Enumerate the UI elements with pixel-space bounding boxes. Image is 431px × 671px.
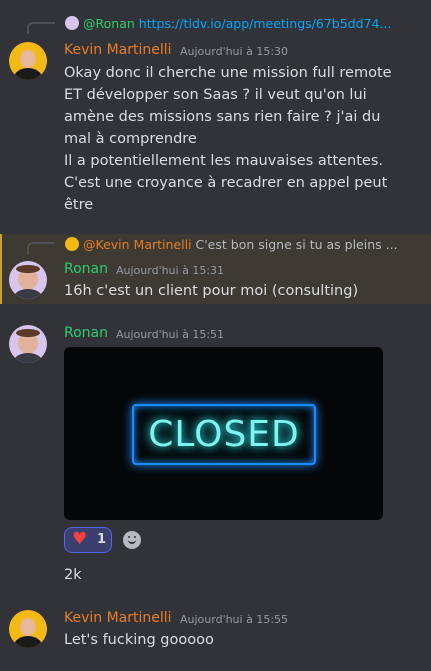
message-line: amène des missions sans rien faire ? j'a… [64, 109, 381, 125]
message-content: 2k [64, 567, 82, 583]
message-line: être [64, 197, 94, 213]
message-line: ET développer son Saas ? il veut qu'on l… [64, 87, 367, 103]
add-reaction-icon[interactable] [123, 531, 141, 549]
author-name[interactable]: Ronan [64, 325, 108, 341]
closed-sign-image[interactable]: CLOSED [64, 347, 383, 520]
avatar[interactable] [9, 610, 47, 648]
message-content: Okay donc il cherche une mission full re… [64, 62, 394, 216]
author-name[interactable]: Kevin Martinelli [64, 610, 172, 626]
reply-mention[interactable]: @Ronan [83, 16, 135, 31]
author-name[interactable]: Ronan [64, 261, 108, 277]
author-name[interactable]: Kevin Martinelli [64, 42, 172, 58]
reply-excerpt[interactable]: C'est bon signe si tu as pleins ... [196, 237, 398, 252]
timestamp: Aujourd'hui à 15:51 [116, 328, 225, 341]
reaction-heart[interactable]: ♥ 1 [64, 527, 112, 553]
reply-preview[interactable]: @Kevin Martinelli C'est bon signe si tu … [83, 237, 398, 252]
reply-connector [27, 242, 55, 254]
reply-link[interactable]: https://tldv.io/app/meetings/67b5dd74... [139, 16, 392, 31]
message-line: Il a potentiellement les mauvaises atten… [64, 153, 384, 169]
avatar[interactable] [9, 325, 47, 363]
timestamp: Aujourd'hui à 15:55 [180, 613, 289, 626]
neon-text: CLOSED [148, 414, 300, 455]
reply-avatar [65, 16, 79, 30]
message-content: Let's fucking gooooo [64, 632, 214, 648]
avatar[interactable] [9, 42, 47, 80]
reaction-count: 1 [97, 532, 107, 547]
reply-mention[interactable]: @Kevin Martinelli [83, 237, 192, 252]
reply-preview[interactable]: @Ronan https://tldv.io/app/meetings/67b5… [83, 16, 391, 31]
message-line: Okay donc il cherche une mission full re… [64, 65, 392, 81]
timestamp: Aujourd'hui à 15:30 [180, 45, 289, 58]
message-line: mal à comprendre [64, 131, 197, 147]
message-content: 16h c'est un client pour moi (consulting… [64, 283, 359, 299]
timestamp: Aujourd'hui à 15:31 [116, 264, 225, 277]
heart-icon: ♥ [72, 529, 88, 549]
avatar[interactable] [9, 261, 47, 299]
message-line: C'est une croyance à recadrer en appel p… [64, 175, 388, 191]
reply-connector [27, 22, 55, 34]
reply-avatar [65, 237, 79, 251]
